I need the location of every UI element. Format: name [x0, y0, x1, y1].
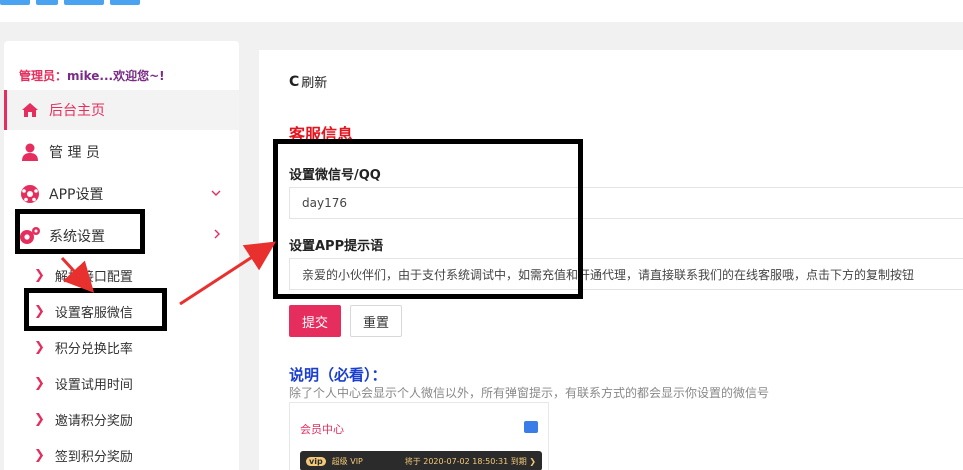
annotation-arrows: [60, 241, 277, 306]
arrow-to-service-info: [179, 241, 277, 306]
arrow-to-service-wechat: [60, 256, 95, 293]
